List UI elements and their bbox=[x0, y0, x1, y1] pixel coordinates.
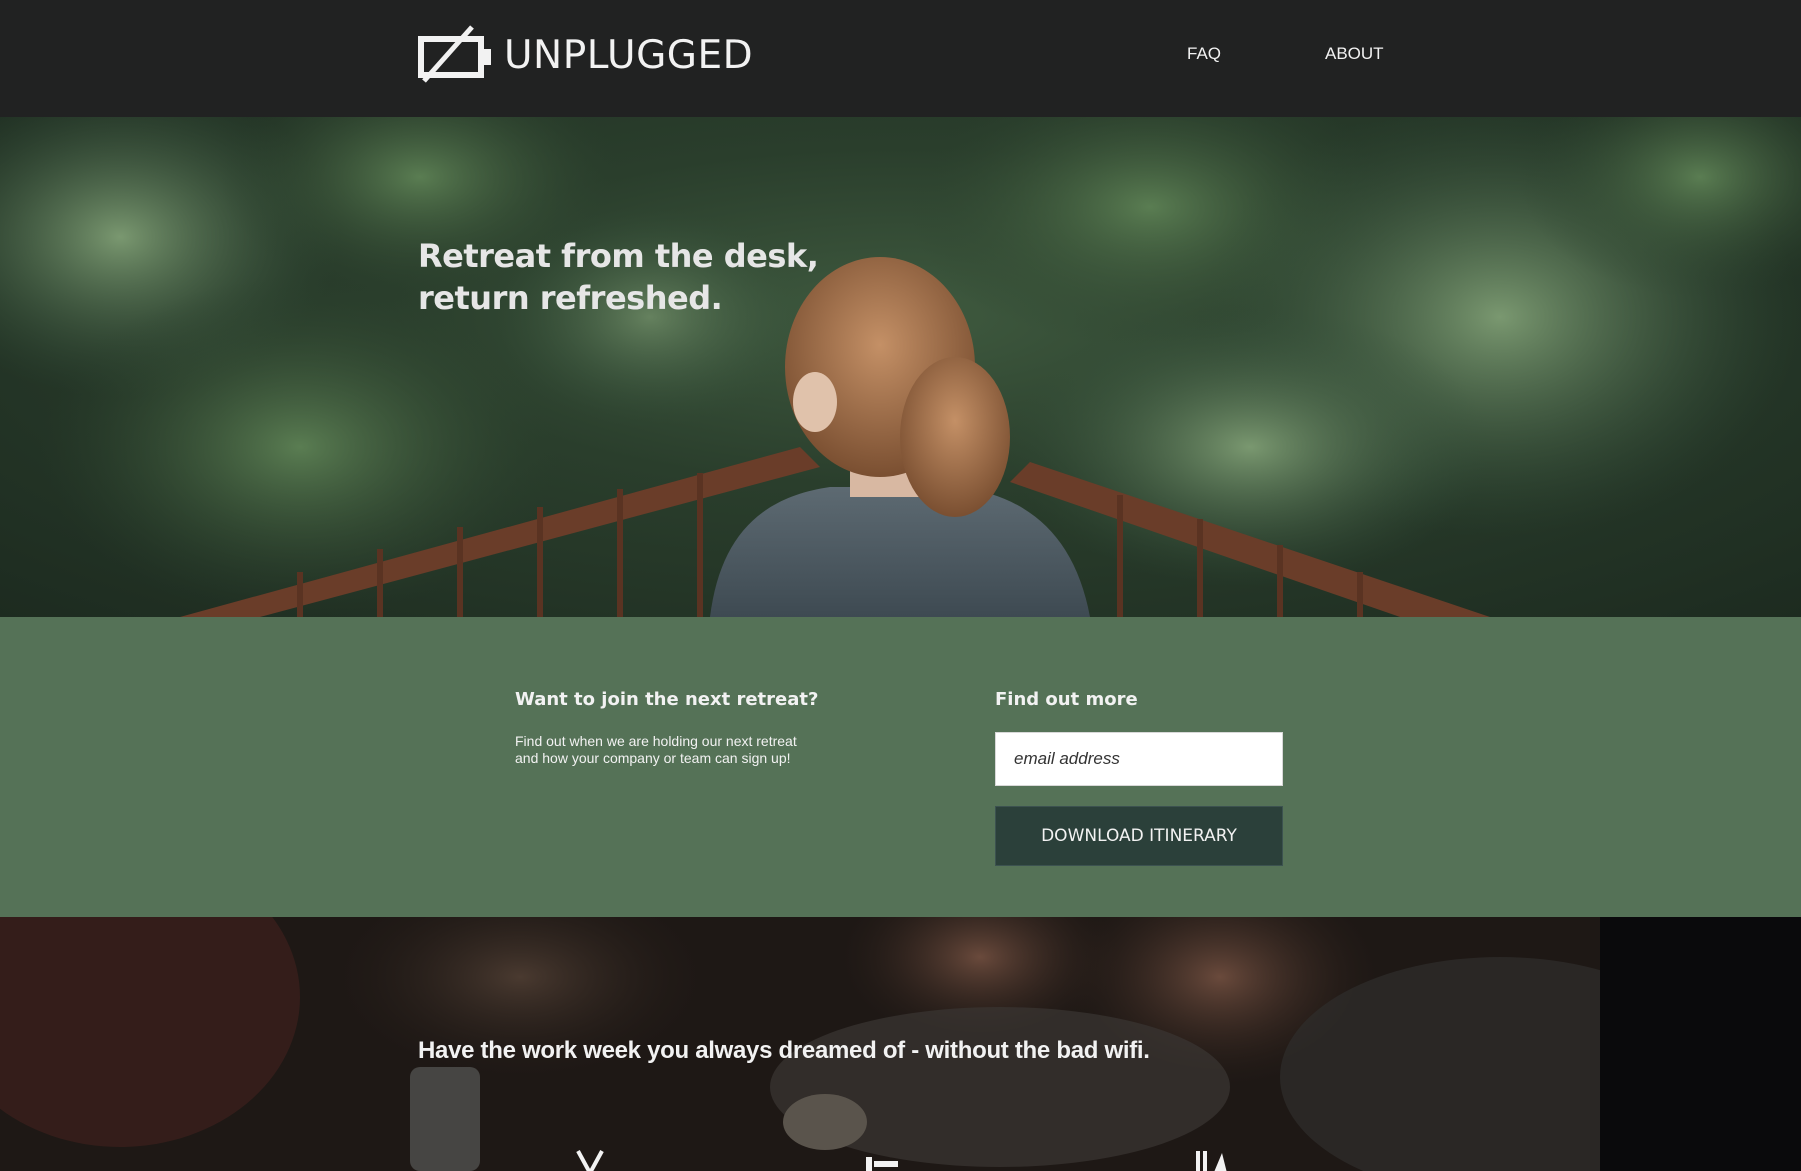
join-heading: Want to join the next retreat? bbox=[515, 689, 819, 710]
brand-logo[interactable]: UNPLUGGED bbox=[418, 25, 753, 85]
hero-photo bbox=[0, 117, 1801, 617]
brand-name: UNPLUGGED bbox=[504, 32, 754, 78]
features-section: Have the work week you always dreamed of… bbox=[0, 917, 1801, 1171]
email-input[interactable] bbox=[995, 732, 1283, 786]
fork-icon bbox=[1196, 1151, 1227, 1171]
bed-icon bbox=[866, 1157, 898, 1171]
site-header: UNPLUGGED FAQ ABOUT bbox=[0, 0, 1801, 117]
nav-about-link[interactable]: ABOUT bbox=[1325, 44, 1384, 64]
hero-title: Retreat from the desk, return refreshed. bbox=[418, 237, 819, 317]
bottom-tagline: Have the work week you always dreamed of… bbox=[418, 1037, 1150, 1064]
battery-crossed-icon bbox=[418, 25, 491, 83]
signup-section: Want to join the next retreat? Find out … bbox=[0, 617, 1801, 917]
join-description: Find out when we are holding our next re… bbox=[515, 733, 797, 766]
download-itinerary-button[interactable]: DOWNLOAD ITINERARY bbox=[995, 806, 1283, 866]
utensils-icon bbox=[576, 1150, 604, 1171]
nav-faq-link[interactable]: FAQ bbox=[1187, 44, 1221, 64]
hero-banner: Retreat from the desk, return refreshed. bbox=[0, 117, 1801, 617]
find-out-heading: Find out more bbox=[995, 689, 1138, 710]
